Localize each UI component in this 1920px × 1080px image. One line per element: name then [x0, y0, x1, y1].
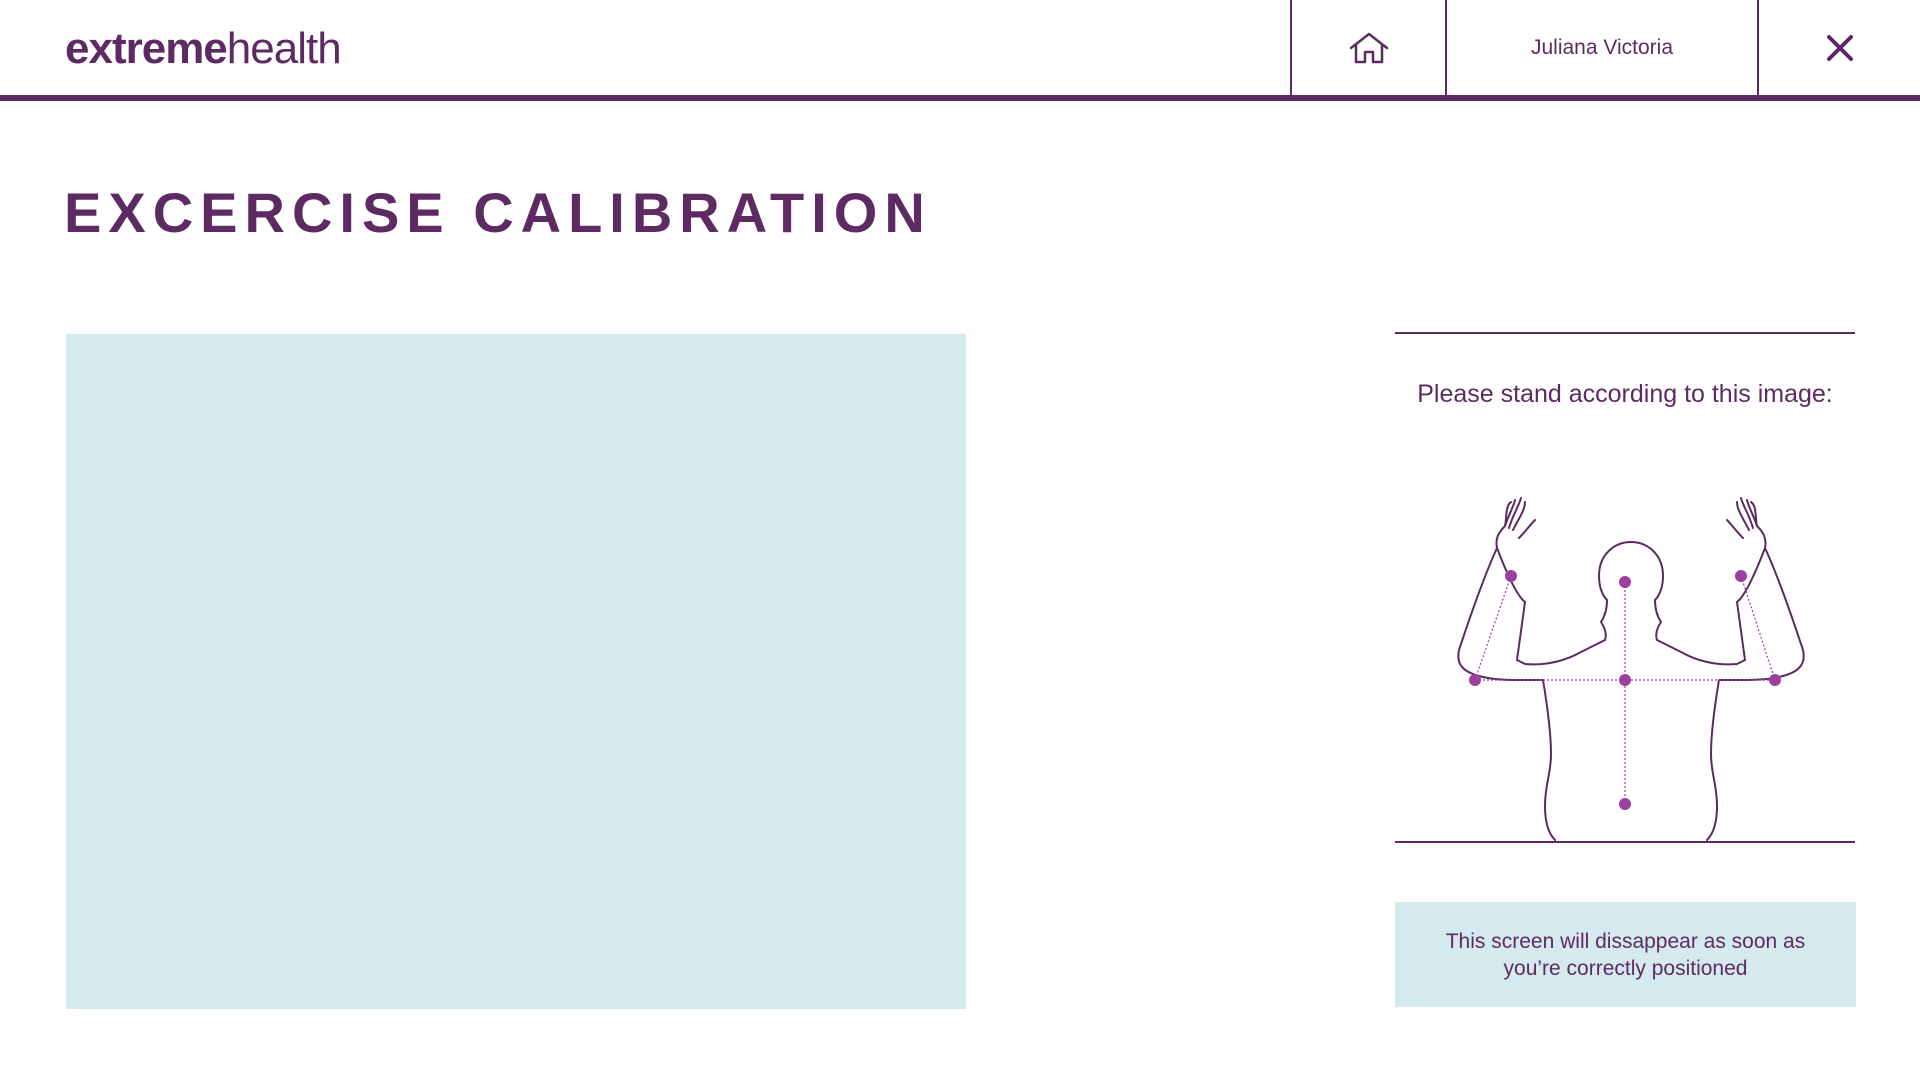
body-pose-figure-icon [1457, 497, 1805, 841]
pose-instruction: Please stand according to this image: [1417, 380, 1833, 408]
pose-guide-panel: Please stand according to this image: [1395, 332, 1855, 843]
logo-bold-text: extreme [65, 24, 228, 73]
camera-feed [66, 334, 966, 1009]
close-icon [1826, 34, 1853, 61]
user-name-button[interactable]: Juliana Victoria [1447, 0, 1759, 95]
positioning-notice: This screen will dissappear as soon as y… [1395, 902, 1856, 1007]
logo-light-text: health [226, 24, 342, 73]
user-name: Juliana Victoria [1530, 35, 1674, 59]
positioning-notice-text: This screen will dissappear as soon as y… [1445, 929, 1806, 980]
close-button[interactable] [1759, 0, 1920, 95]
home-button[interactable] [1290, 0, 1447, 95]
page-title: EXCERCISE CALIBRATION [64, 181, 932, 244]
top-bar: extremehealth Juliana Victoria [0, 0, 1920, 101]
app-logo: extremehealth [65, 22, 342, 76]
home-icon [1349, 32, 1388, 63]
